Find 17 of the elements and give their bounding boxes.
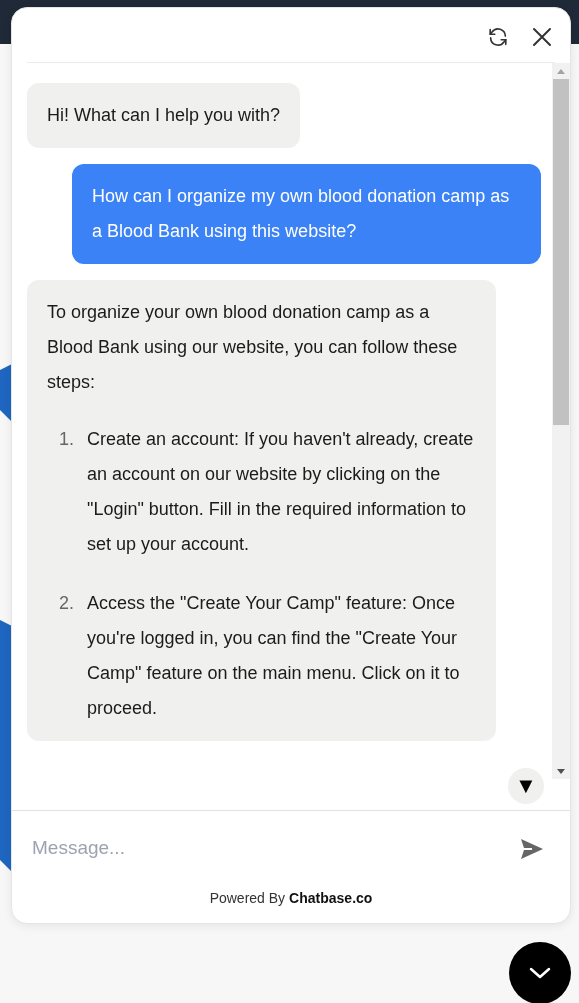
step-number: 1. xyxy=(58,428,75,451)
scroll-up-icon xyxy=(557,68,565,74)
powered-by-text: Powered By xyxy=(209,889,286,908)
brand-link[interactable]: Chatbase.co xyxy=(289,888,373,909)
step-text: Create an account: If you haven't already, create an account on our website by clicking on the "Login" button. Fill in the required information to set up your account. xyxy=(87,428,475,556)
refresh-icon xyxy=(487,26,509,48)
step-text: Access the "Create Your Camp" feature: Once you're logged in, you can find the "Create Your Camp" feature on the main menu. Click on it to proceed. xyxy=(87,592,461,720)
scroll-down-button[interactable]: ▼ xyxy=(508,768,544,804)
close-icon xyxy=(532,27,552,47)
send-icon xyxy=(521,838,543,859)
scroll-down-icon xyxy=(557,768,565,774)
message-text: To organize your own blood donation camp as a Blood Bank using our website, you can follow these steps: xyxy=(47,301,459,394)
message-text: Hi! What can I help you with? xyxy=(47,104,281,127)
step-number: 2. xyxy=(58,592,75,615)
chevron-down-icon xyxy=(529,967,551,979)
message-text: How can I organize my own blood donation camp as a Blood Bank using this website? xyxy=(92,185,511,243)
message-input[interactable]: Message... xyxy=(32,834,518,863)
